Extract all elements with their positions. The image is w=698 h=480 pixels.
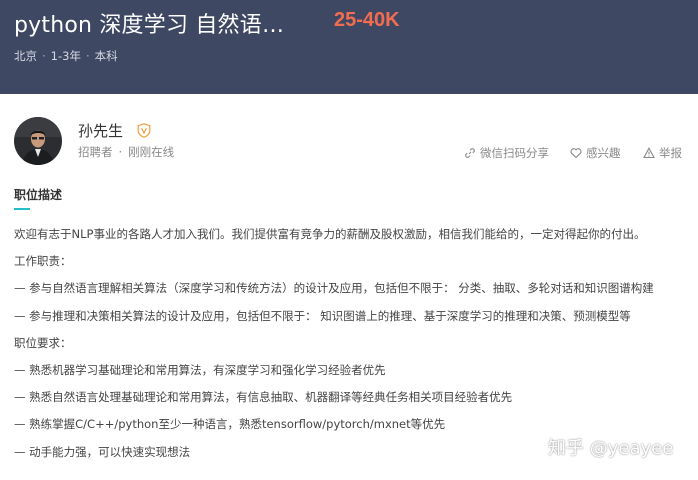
description-line: 工作职责： — [14, 254, 72, 269]
job-title: python 深度学习 自然语… — [14, 13, 285, 38]
link-icon — [465, 148, 475, 158]
share-button[interactable]: 微信扫码分享 — [464, 145, 549, 161]
heart-icon — [570, 148, 582, 159]
description-line: — 熟悉机器学习基础理论和常用算法，有深度学习和强化学习经验者优先 — [14, 362, 386, 377]
share-label: 微信扫码分享 — [480, 146, 549, 160]
interest-button[interactable]: 感兴趣 — [570, 145, 621, 161]
recruiter-status-line: 招聘者 · 刚刚在线 — [78, 145, 175, 159]
avatar[interactable] — [14, 117, 62, 165]
interest-label: 感兴趣 — [586, 146, 621, 160]
watermark: 知乎 @yeayee — [548, 438, 674, 459]
description-line: 欢迎有志于NLP事业的各路人才加入我们。我们提供富有竞争力的薪酬及股权激励，相信… — [14, 227, 646, 241]
section-title: 职位描述 — [14, 188, 63, 202]
section-underline — [14, 208, 30, 210]
salary: 25-40K — [334, 9, 400, 31]
job-location: 北京 — [14, 49, 37, 63]
description-line: — 参与自然语言理解相关算法（深度学习和传统方法）的设计及应用，包括但不限于： … — [14, 281, 654, 296]
report-button[interactable]: 举报 — [643, 145, 682, 161]
description-line: 职位要求： — [14, 335, 72, 350]
warning-icon — [643, 147, 655, 159]
verified-shield-icon — [137, 123, 151, 138]
report-label: 举报 — [659, 146, 682, 160]
recruiter-online-status: 刚刚在线 — [128, 145, 175, 159]
job-header: python 深度学习 自然语… 25-40K 北京 · 1-3年 · 本科 — [0, 0, 698, 94]
job-experience: 1-3年 — [50, 49, 81, 63]
description-line: — 参与推理和决策相关算法的设计及应用，包括但不限于： 知识图谱上的推理、基于深… — [14, 308, 631, 323]
recruiter-role: 招聘者 — [78, 145, 113, 159]
description-line: — 熟悉自然语言处理基础理论和常用算法，有信息抽取、机器翻译等经典任务相关项目经… — [14, 390, 513, 405]
recruiter-name: 孙先生 — [78, 122, 124, 140]
job-education: 本科 — [94, 49, 118, 63]
job-meta: 北京 · 1-3年 · 本科 — [14, 49, 118, 63]
